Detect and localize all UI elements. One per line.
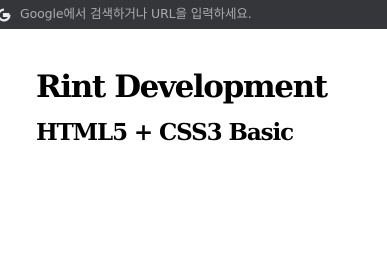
- page-subtitle: HTML5 + CSS3 Basic: [36, 119, 294, 146]
- address-bar-placeholder[interactable]: Google에서 검색하거나 URL을 입력하세요.: [20, 6, 252, 22]
- page-title: Rint Development: [36, 69, 328, 105]
- address-bar[interactable]: Google에서 검색하거나 URL을 입력하세요.: [0, 0, 387, 29]
- page-content: Rint Development HTML5 + CSS3 Basic: [0, 29, 387, 265]
